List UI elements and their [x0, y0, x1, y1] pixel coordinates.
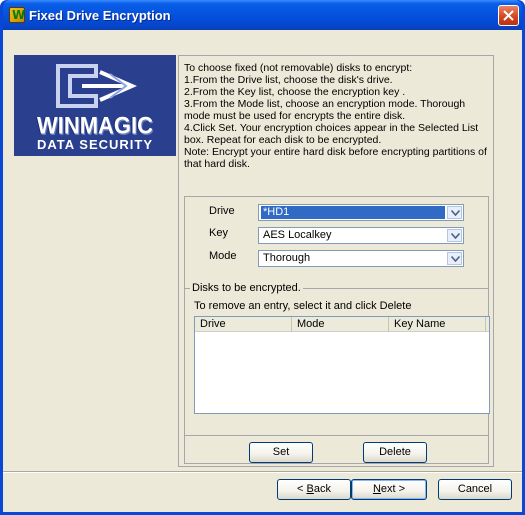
- instruction-line: To choose fixed (not removable) disks to…: [184, 62, 413, 74]
- app-icon[interactable]: W: [9, 7, 25, 23]
- next-button[interactable]: Next >: [351, 479, 427, 500]
- winmagic-logo: WINMAGIC DATA SECURITY: [14, 55, 176, 156]
- dialog-window: W Fixed Drive Encryption WINMAGIC DATA S…: [0, 0, 525, 515]
- mode-select[interactable]: Thorough: [258, 250, 464, 267]
- encryption-options-box: Drive *HD1 Key AES Localkey Mode Thoroug…: [184, 196, 490, 464]
- column-header-mode[interactable]: Mode: [292, 317, 389, 332]
- chevron-down-icon: [451, 210, 460, 216]
- disks-group-label: Disks to be encrypted.: [190, 282, 303, 294]
- logo-text-data-security: DATA SECURITY: [36, 137, 154, 152]
- winmagic-logo-mark-icon: [52, 60, 138, 112]
- logo-text-winmagic: WINMAGIC: [36, 111, 154, 140]
- disks-list-header: Drive Mode Key Name: [195, 317, 489, 332]
- back-button-label: ack: [313, 483, 331, 495]
- settings-panel: To choose fixed (not removable) disks to…: [178, 55, 494, 467]
- drive-label: Drive: [209, 205, 235, 217]
- key-label: Key: [209, 227, 228, 239]
- column-header-key-name[interactable]: Key Name: [389, 317, 486, 332]
- instruction-line: 4.Click Set. Your encryption choices app…: [184, 122, 479, 146]
- footer-separator: [3, 471, 522, 473]
- close-icon: [503, 10, 514, 21]
- back-button-accel: B: [306, 483, 314, 495]
- drive-dropdown-button[interactable]: [447, 206, 462, 219]
- mode-dropdown-button[interactable]: [447, 252, 462, 265]
- delete-button[interactable]: Delete: [363, 442, 427, 463]
- back-button[interactable]: < Back: [277, 479, 351, 500]
- disks-list[interactable]: Drive Mode Key Name: [194, 316, 490, 414]
- drive-select[interactable]: *HD1: [258, 204, 464, 221]
- chevron-down-icon: [451, 256, 460, 262]
- instruction-line: 2.From the Key list, choose the encrypti…: [184, 86, 406, 98]
- column-header-drive[interactable]: Drive: [195, 317, 292, 332]
- mode-label: Mode: [209, 250, 237, 262]
- mode-select-value: Thorough: [263, 252, 311, 264]
- window-title: Fixed Drive Encryption: [29, 8, 171, 23]
- buttons-divider: [185, 435, 488, 436]
- title-bar[interactable]: W Fixed Drive Encryption: [3, 0, 522, 30]
- drive-select-value: *HD1: [261, 206, 445, 219]
- next-button-label: ext >: [380, 483, 406, 495]
- back-button-prefix: <: [297, 483, 307, 495]
- remove-entry-hint: To remove an entry, select it and click …: [194, 300, 412, 312]
- close-button[interactable]: [498, 5, 519, 26]
- instruction-line: 1.From the Drive list, choose the disk's…: [184, 74, 393, 86]
- cancel-button[interactable]: Cancel: [438, 479, 512, 500]
- instruction-line: 3.From the Mode list, choose an encrypti…: [184, 98, 466, 122]
- chevron-down-icon: [451, 233, 460, 239]
- next-button-accel: N: [372, 483, 381, 495]
- instruction-line: Note: Encrypt your entire hard disk befo…: [184, 146, 487, 170]
- set-button[interactable]: Set: [249, 442, 313, 463]
- dialog-client: WINMAGIC DATA SECURITY To choose fixed (…: [3, 30, 522, 512]
- instructions: To choose fixed (not removable) disks to…: [184, 62, 490, 170]
- key-select[interactable]: AES Localkey: [258, 227, 464, 244]
- key-dropdown-button[interactable]: [447, 229, 462, 242]
- key-select-value: AES Localkey: [263, 229, 332, 241]
